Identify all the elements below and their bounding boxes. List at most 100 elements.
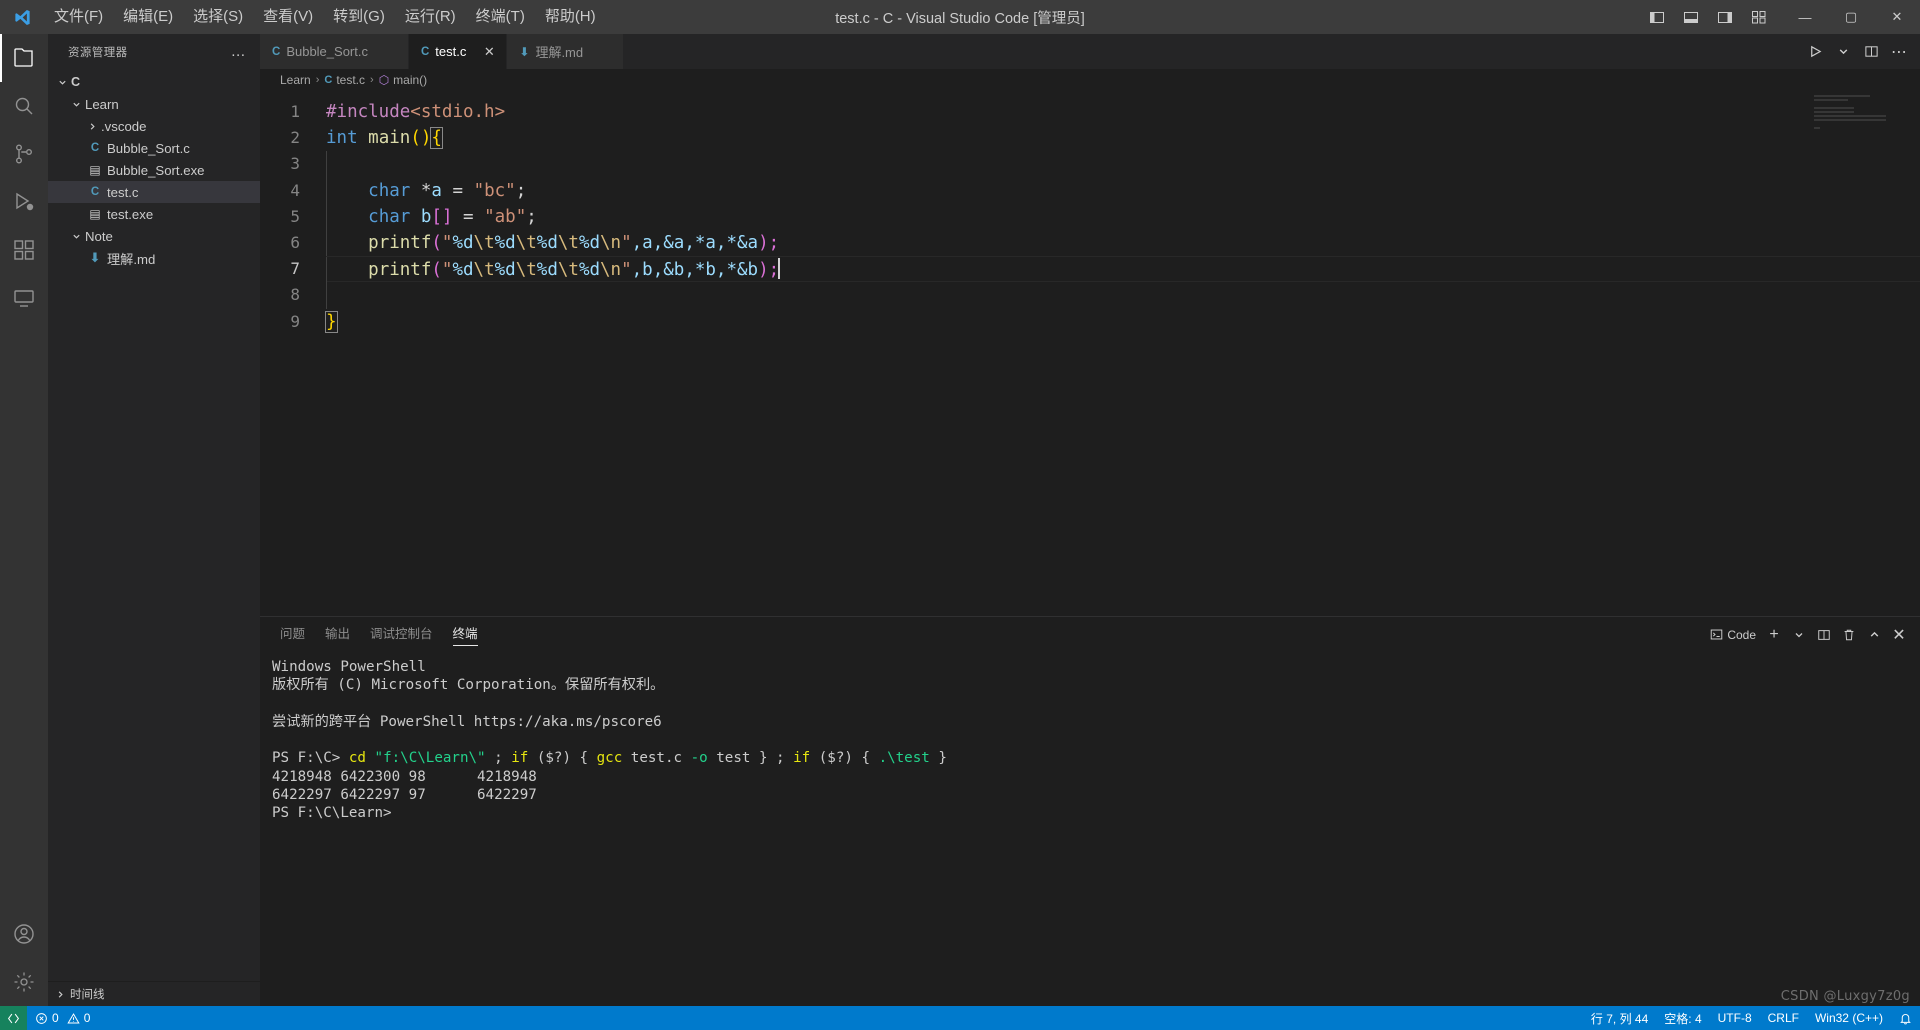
token-quote: " xyxy=(621,260,632,281)
tab-close-icon[interactable]: ✕ xyxy=(482,44,496,60)
activity-explorer[interactable] xyxy=(0,34,48,82)
activity-account[interactable] xyxy=(0,910,48,958)
error-count: 0 xyxy=(52,1011,59,1025)
tree-item-vscode[interactable]: .vscode xyxy=(48,115,260,137)
explorer-sidebar: 资源管理器 … C Learn .vscode C Bubble_Sort.c … xyxy=(48,34,260,1006)
tab-lijie-md[interactable]: ⬇ 理解.md ✕ xyxy=(507,34,625,69)
kill-terminal-icon[interactable] xyxy=(1838,622,1860,648)
chevron-right-icon[interactable] xyxy=(86,115,98,137)
line-text: char *a = "bc"; xyxy=(326,177,1920,204)
tree-item-bubble-sort-c[interactable]: C Bubble_Sort.c xyxy=(48,137,260,159)
line-number: 5 xyxy=(290,206,300,226)
tab-label: 理解.md xyxy=(535,45,584,60)
customize-layout-icon[interactable] xyxy=(1742,0,1776,34)
split-terminal-icon[interactable] xyxy=(1813,622,1835,648)
eol-setting[interactable]: CRLF xyxy=(1760,1006,1807,1030)
line-text: int main(){ xyxy=(326,125,1920,151)
minimize-button[interactable]: — xyxy=(1782,0,1828,34)
tab-test-c[interactable]: C test.c ✕ xyxy=(408,34,508,69)
token-esc: \t xyxy=(473,232,495,253)
tree-item-lijie-md[interactable]: ⬇ 理解.md xyxy=(48,247,260,269)
run-code-button[interactable] xyxy=(1802,37,1828,67)
menu-help[interactable]: 帮助(H) xyxy=(535,0,606,34)
maximize-button[interactable]: ▢ xyxy=(1828,0,1874,34)
split-editor-icon[interactable] xyxy=(1858,37,1884,67)
tree-item-bubble-sort-exe[interactable]: ▤ Bubble_Sort.exe xyxy=(48,159,260,181)
menu-run[interactable]: 运行(R) xyxy=(395,0,466,34)
terminal-output[interactable]: Windows PowerShell 版权所有 (C) Microsoft Co… xyxy=(260,652,1920,1006)
terminal-gcc-args: test.c xyxy=(622,750,691,767)
line-text: printf("%d\t%d\t%d\t%d\n",b,&b,*b,*&b); xyxy=(326,256,1920,284)
chevron-right-icon xyxy=(58,990,63,998)
line-text xyxy=(326,282,1920,309)
maximize-panel-icon[interactable] xyxy=(1863,622,1885,648)
timeline-section[interactable]: 时间线 xyxy=(48,981,260,1006)
activity-remote-explorer[interactable] xyxy=(0,274,48,322)
terminal-sep: ; xyxy=(485,750,512,767)
chevron-down-icon[interactable] xyxy=(56,71,68,93)
cursor-position[interactable]: 行 7, 列 44 xyxy=(1583,1006,1656,1030)
new-terminal-button[interactable]: + xyxy=(1763,622,1785,648)
panel-tab-problems[interactable]: 问题 xyxy=(280,617,305,652)
tree-item-learn[interactable]: Learn xyxy=(48,93,260,115)
tree-item-test-exe[interactable]: ▤ test.exe xyxy=(48,203,260,225)
toggle-secondary-sidebar-icon[interactable] xyxy=(1708,0,1742,34)
language-mode[interactable]: Win32 (C++) xyxy=(1807,1006,1891,1030)
binary-file-icon: ▤ xyxy=(89,163,101,177)
tree-item-test-c[interactable]: C test.c xyxy=(48,181,260,203)
editor-more-actions-icon[interactable]: ⋯ xyxy=(1886,37,1912,67)
close-button[interactable]: ✕ xyxy=(1874,0,1920,34)
line-text: printf("%d\t%d\t%d\t%d\n",a,&a,*a,*&a); xyxy=(326,229,1920,257)
text-cursor xyxy=(778,258,781,280)
tab-bubble-sort-c[interactable]: C Bubble_Sort.c ✕ xyxy=(260,34,409,69)
panel-tab-debug-console[interactable]: 调试控制台 xyxy=(370,617,433,652)
activity-search[interactable] xyxy=(0,82,48,130)
tab-label: Bubble_Sort.c xyxy=(286,44,368,59)
terminal-shell-selector[interactable]: Code xyxy=(1706,628,1760,642)
tree-item-note[interactable]: Note xyxy=(48,225,260,247)
line-text xyxy=(326,151,1920,178)
line-number: 1 xyxy=(290,102,300,121)
status-bar: 0 0 行 7, 列 44 空格: 4 UTF-8 CRLF Win32 (C+… xyxy=(0,1006,1920,1030)
breadcrumb-folder[interactable]: Learn xyxy=(280,73,311,87)
breadcrumb-file[interactable]: test.c xyxy=(336,73,365,87)
toggle-primary-sidebar-icon[interactable] xyxy=(1640,0,1674,34)
menu-goto[interactable]: 转到(G) xyxy=(323,0,395,34)
tree-item-c[interactable]: C xyxy=(48,71,260,93)
token-string-bc: "bc" xyxy=(473,180,516,201)
token-fmt: %d xyxy=(452,260,474,281)
code-editor[interactable]: 1 #include<stdio.h> 2 int main(){ 3 4 ch… xyxy=(260,91,1920,616)
notifications-bell-icon[interactable] xyxy=(1891,1006,1920,1030)
close-panel-icon[interactable]: ✕ xyxy=(1888,622,1910,648)
activity-source-control[interactable] xyxy=(0,130,48,178)
terminal-cmd-path: "f:\C\Learn\" xyxy=(374,750,486,767)
menu-view[interactable]: 查看(V) xyxy=(253,0,323,34)
code-content[interactable]: 1 #include<stdio.h> 2 int main(){ 3 4 ch… xyxy=(260,91,1920,335)
panel-tab-terminal[interactable]: 终端 xyxy=(452,617,478,652)
chevron-down-icon[interactable] xyxy=(70,93,82,115)
toggle-panel-icon[interactable] xyxy=(1674,0,1708,34)
activity-extensions[interactable] xyxy=(0,226,48,274)
terminal-line: 尝试新的跨平台 PowerShell https://aka.ms/pscore… xyxy=(272,713,662,730)
problems-status[interactable]: 0 0 xyxy=(27,1006,98,1030)
activity-settings[interactable] xyxy=(0,958,48,1006)
activity-run-debug[interactable] xyxy=(0,178,48,226)
menu-file[interactable]: 文件(F) xyxy=(44,0,113,34)
token-string-ab: "ab" xyxy=(484,206,527,227)
encoding-setting[interactable]: UTF-8 xyxy=(1710,1006,1760,1030)
explorer-more-actions-icon[interactable]: … xyxy=(225,44,252,59)
panel-tab-output[interactable]: 输出 xyxy=(325,617,350,652)
code-line: 9 } xyxy=(260,309,1920,335)
remote-window-button[interactable] xyxy=(0,1006,27,1030)
run-dropdown-icon[interactable] xyxy=(1830,37,1856,67)
indentation-setting[interactable]: 空格: 4 xyxy=(1656,1006,1709,1030)
menu-terminal[interactable]: 终端(T) xyxy=(466,0,535,34)
code-line: 5 char b[] = "ab"; xyxy=(260,203,1920,230)
panel-tabs: 问题 输出 调试控制台 终端 Code + ✕ xyxy=(260,617,1920,652)
terminal-dropdown-icon[interactable] xyxy=(1788,622,1810,648)
breadcrumb-symbol[interactable]: main() xyxy=(393,73,427,87)
menu-edit[interactable]: 编辑(E) xyxy=(113,0,183,34)
tree-label: 理解.md xyxy=(107,251,156,267)
chevron-down-icon[interactable] xyxy=(70,225,82,247)
menu-selection[interactable]: 选择(S) xyxy=(183,0,253,34)
